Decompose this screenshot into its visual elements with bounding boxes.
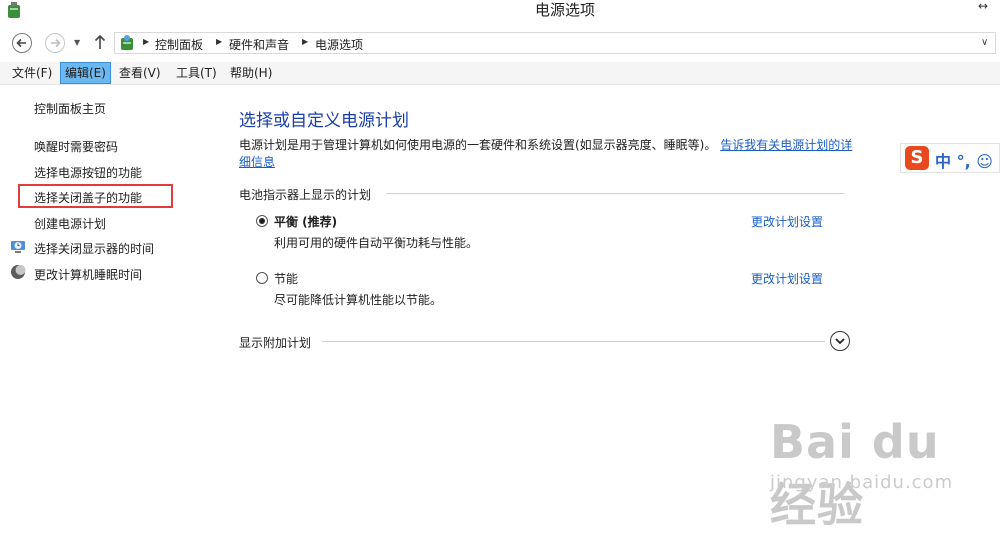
menu-view[interactable]: 查看(V): [115, 62, 165, 84]
address-bar[interactable]: ▶ 控制面板 ▶ 硬件和声音 ▶ 电源选项 ∨: [114, 32, 996, 54]
up-arrow-icon[interactable]: [93, 33, 107, 51]
ime-status[interactable]: 中 °, ☺: [935, 148, 993, 172]
plan-radio-power-saver[interactable]: [256, 272, 268, 284]
sidebar-link-sleep-time[interactable]: 更改计算机睡眠时间: [34, 266, 142, 283]
expand-additional-plans-button[interactable]: [830, 331, 850, 351]
sleep-moon-icon: [11, 265, 26, 279]
plan-name-power-saver[interactable]: 节能: [274, 270, 298, 287]
arrow-right-icon: [51, 38, 61, 48]
sidebar-link-create-plan[interactable]: 创建电源计划: [34, 215, 106, 232]
menu-help[interactable]: 帮助(H): [226, 62, 276, 84]
sidebar-link-power-button[interactable]: 选择电源按钮的功能: [34, 164, 142, 181]
plan-radio-balanced[interactable]: [256, 215, 268, 227]
breadcrumb-separator-icon[interactable]: ▶: [143, 37, 149, 46]
change-plan-settings-link-balanced[interactable]: 更改计划设置: [751, 213, 823, 230]
watermark-url: jingyan.baidu.com: [770, 472, 954, 493]
breadcrumb-separator-icon[interactable]: ▶: [302, 37, 308, 46]
breadcrumb-power-options[interactable]: 电源选项: [315, 36, 363, 53]
plan-desc-power-saver: 尽可能降低计算机性能以节能。: [274, 293, 443, 307]
sidebar-link-display-off-time[interactable]: 选择关闭显示器的时间: [34, 240, 154, 257]
navigation-bar: ▼ ▶ 控制面板 ▶ 硬件和声音 ▶ 电源选项 ∨: [0, 28, 1000, 60]
ime-toolbar[interactable]: S 中 °, ☺: [900, 143, 1000, 173]
forward-button[interactable]: [45, 33, 65, 53]
resize-icon[interactable]: ↔: [978, 0, 988, 13]
breadcrumb-control-panel[interactable]: 控制面板: [155, 36, 203, 53]
description-text: 电源计划是用于管理计算机如何使用电源的一套硬件和系统设置(如显示器亮度、睡眠等)…: [239, 138, 717, 152]
address-dropdown-icon[interactable]: ∨: [981, 37, 988, 48]
plan-desc-balanced: 利用可用的硬件自动平衡功耗与性能。: [274, 236, 479, 250]
sidebar-link-wake-password[interactable]: 唤醒时需要密码: [34, 138, 118, 155]
title-bar: 电源选项 ↔: [0, 0, 1000, 28]
page-title: 选择或自定义电源计划: [239, 111, 409, 131]
chevron-down-icon: [835, 338, 845, 345]
arrow-left-icon: [16, 38, 26, 48]
section-divider: [322, 341, 825, 342]
plan-description: 电源计划是用于管理计算机如何使用电源的一套硬件和系统设置(如显示器亮度、睡眠等)…: [239, 137, 859, 171]
change-plan-settings-link-power-saver[interactable]: 更改计划设置: [751, 270, 823, 287]
additional-plans-section-label: 显示附加计划: [239, 336, 312, 350]
plan-name-balanced[interactable]: 平衡 (推荐): [274, 213, 337, 230]
breadcrumb-separator-icon[interactable]: ▶: [216, 37, 222, 46]
display-clock-icon: [11, 241, 25, 253]
menu-edit[interactable]: 编辑(E): [60, 62, 111, 84]
section-divider: [386, 193, 844, 194]
menu-bar: 文件(F) 编辑(E) 查看(V) 工具(T) 帮助(H): [0, 62, 1000, 85]
window-title: 电源选项: [534, 1, 595, 19]
back-button[interactable]: [12, 33, 32, 53]
sidebar-link-lid-close[interactable]: 选择关闭盖子的功能: [34, 189, 142, 206]
control-panel-home-link[interactable]: 控制面板主页: [34, 100, 106, 117]
recent-locations-dropdown-icon[interactable]: ▼: [74, 38, 80, 47]
breadcrumb-hardware-sound[interactable]: 硬件和声音: [229, 36, 289, 53]
menu-file[interactable]: 文件(F): [8, 62, 56, 84]
sogou-logo-icon: S: [905, 146, 929, 170]
control-panel-icon: [121, 35, 133, 50]
menu-tools[interactable]: 工具(T): [172, 62, 221, 84]
battery-plan-section-label: 电池指示器上显示的计划: [239, 188, 372, 202]
